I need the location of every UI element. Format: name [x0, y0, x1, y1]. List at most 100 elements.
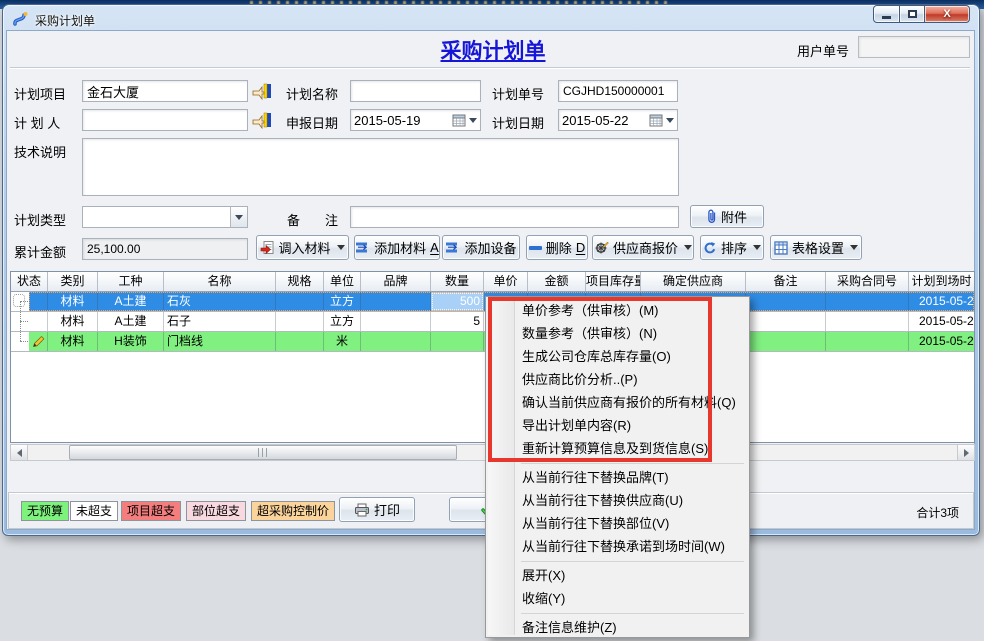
plan-type-combobox[interactable]	[82, 206, 248, 228]
date-dropdown-icon[interactable]	[469, 118, 477, 123]
plan-date-field[interactable]: 2015-05-22	[558, 109, 678, 131]
cell[interactable]: 5	[431, 312, 484, 331]
cell[interactable]	[746, 312, 826, 331]
sort-button[interactable]: 排序	[700, 235, 764, 260]
window-title: 采购计划单	[35, 12, 95, 29]
cell[interactable]	[361, 312, 431, 331]
cell[interactable]	[361, 292, 431, 311]
menu-item-collapse[interactable]: 收缩(Y)	[488, 587, 747, 610]
menu-item-remark-maintain[interactable]: 备注信息维护(Z)	[488, 616, 747, 639]
declare-date-field[interactable]: 2015-05-19	[350, 109, 481, 131]
cell-status[interactable]	[29, 332, 48, 351]
column-header[interactable]: 品牌	[361, 272, 431, 291]
user-no-field[interactable]	[858, 36, 970, 58]
attachment-button[interactable]: 附件	[690, 205, 764, 228]
column-header[interactable]: 数量	[431, 272, 484, 291]
menu-item-quantity-ref[interactable]: 数量参考（供审核）(N)	[488, 322, 747, 345]
cell[interactable]: 材料	[48, 332, 98, 351]
menu-item-export-plan[interactable]: 导出计划单内容(R)	[488, 414, 747, 437]
cell[interactable]	[826, 312, 909, 331]
delete-button[interactable]: 删除D	[526, 235, 588, 260]
column-header[interactable]: 采购合同号	[826, 272, 909, 291]
column-header[interactable]: 状态	[11, 272, 48, 291]
plan-type-label: 计划类型	[14, 210, 66, 229]
cell[interactable]: H装饰	[98, 332, 164, 351]
combo-dropdown-button[interactable]	[230, 207, 247, 227]
plan-no-input[interactable]	[558, 80, 678, 102]
cell[interactable]	[826, 332, 909, 351]
cell[interactable]: 2015-05-2	[909, 332, 974, 351]
cell[interactable]: A土建	[98, 292, 164, 311]
edit-pencil-icon	[32, 335, 46, 348]
cell[interactable]	[361, 332, 431, 351]
menu-item-recalc-budget[interactable]: 重新计算预算信息及到货信息(S)	[488, 437, 747, 460]
page-title: 采购计划单	[343, 35, 643, 65]
cell[interactable]: 石灰	[164, 292, 276, 311]
column-header[interactable]: 工种	[98, 272, 164, 291]
cell-status[interactable]	[29, 292, 48, 311]
menu-item-expand[interactable]: 展开(X)	[488, 564, 747, 587]
print-button[interactable]: 打印	[339, 497, 415, 522]
cell[interactable]	[826, 292, 909, 311]
cell-status[interactable]	[29, 312, 48, 331]
column-header[interactable]: 规格	[276, 272, 324, 291]
cell[interactable]	[746, 292, 826, 311]
minimize-button[interactable]	[873, 5, 900, 23]
date-dropdown-icon[interactable]	[666, 118, 674, 123]
cell[interactable]: A土建	[98, 312, 164, 331]
cell[interactable]: 门档线	[164, 332, 276, 351]
column-header[interactable]: 金额	[528, 272, 586, 291]
cell[interactable]: 米	[324, 332, 361, 351]
cell[interactable]: 2015-05-2	[909, 292, 974, 311]
cell[interactable]: 立方	[324, 292, 361, 311]
menu-item-unit-price-ref[interactable]: 单价参考（供审核）(M)	[488, 299, 747, 322]
column-header[interactable]: 单位	[324, 272, 361, 291]
cell[interactable]: 石子	[164, 312, 276, 331]
cell[interactable]: 材料	[48, 292, 98, 311]
planner-input[interactable]	[82, 109, 248, 131]
add-equipment-button[interactable]: 添加设备	[442, 235, 520, 260]
scrollbar-thumb[interactable]	[69, 445, 457, 460]
supplier-quote-button[interactable]: 供应商报价	[592, 235, 694, 260]
menu-item-replace-brand[interactable]: 从当前行往下替换品牌(T)	[488, 466, 747, 489]
cell[interactable]: 2015-05-2	[909, 312, 974, 331]
tech-note-textarea[interactable]	[82, 138, 679, 196]
menu-item-generate-warehouse-stock[interactable]: 生成公司仓库总库存量(O)	[488, 345, 747, 368]
column-header[interactable]: 备注	[746, 272, 826, 291]
remark-input[interactable]	[350, 206, 679, 228]
project-picker-hand-icon[interactable]	[252, 82, 273, 100]
table-header-row: 状态 类别 工种 名称 规格 单位 品牌 数量 单价 金额 项目库存量 确定供应…	[11, 272, 974, 292]
plan-name-input[interactable]	[350, 80, 481, 102]
cell[interactable]	[746, 332, 826, 351]
column-header[interactable]: 类别	[48, 272, 98, 291]
project-input[interactable]	[82, 80, 248, 102]
cell[interactable]: 材料	[48, 312, 98, 331]
column-header[interactable]: 单价	[484, 272, 528, 291]
cell[interactable]	[276, 332, 324, 351]
cell[interactable]	[276, 292, 324, 311]
menu-item-replace-supplier[interactable]: 从当前行往下替换供应商(U)	[488, 489, 747, 512]
menu-separator	[521, 613, 744, 614]
add-material-button[interactable]: 添加材料A	[354, 235, 440, 260]
cell[interactable]	[276, 312, 324, 331]
cell-focused[interactable]: 500	[431, 292, 484, 311]
scroll-right-button[interactable]	[957, 445, 974, 460]
planner-picker-hand-icon[interactable]	[252, 111, 273, 129]
cell[interactable]: 立方	[324, 312, 361, 331]
menu-item-replace-part[interactable]: 从当前行往下替换部位(V)	[488, 512, 747, 535]
scroll-left-button[interactable]	[11, 445, 28, 460]
menu-item-confirm-supplier-quoted[interactable]: 确认当前供应商有报价的所有材料(Q)	[488, 391, 747, 414]
grid-settings-button[interactable]: 表格设置	[770, 235, 862, 260]
maximize-button[interactable]	[899, 5, 925, 23]
column-header[interactable]: 确定供应商	[641, 272, 746, 291]
column-header[interactable]: 项目库存量	[586, 272, 641, 291]
column-header[interactable]: 计划到场时	[909, 272, 974, 291]
close-button[interactable]: X	[924, 5, 970, 23]
cell[interactable]	[431, 332, 484, 351]
legend-project-over: 项目超支	[121, 501, 181, 521]
menu-item-replace-arrival-time[interactable]: 从当前行往下替换承诺到场时间(W)	[488, 535, 747, 558]
column-header[interactable]: 名称	[164, 272, 276, 291]
declare-date-value: 2015-05-19	[354, 113, 452, 128]
load-material-button[interactable]: 调入材料	[256, 235, 349, 260]
menu-item-supplier-price-compare[interactable]: 供应商比价分析..(P)	[488, 368, 747, 391]
